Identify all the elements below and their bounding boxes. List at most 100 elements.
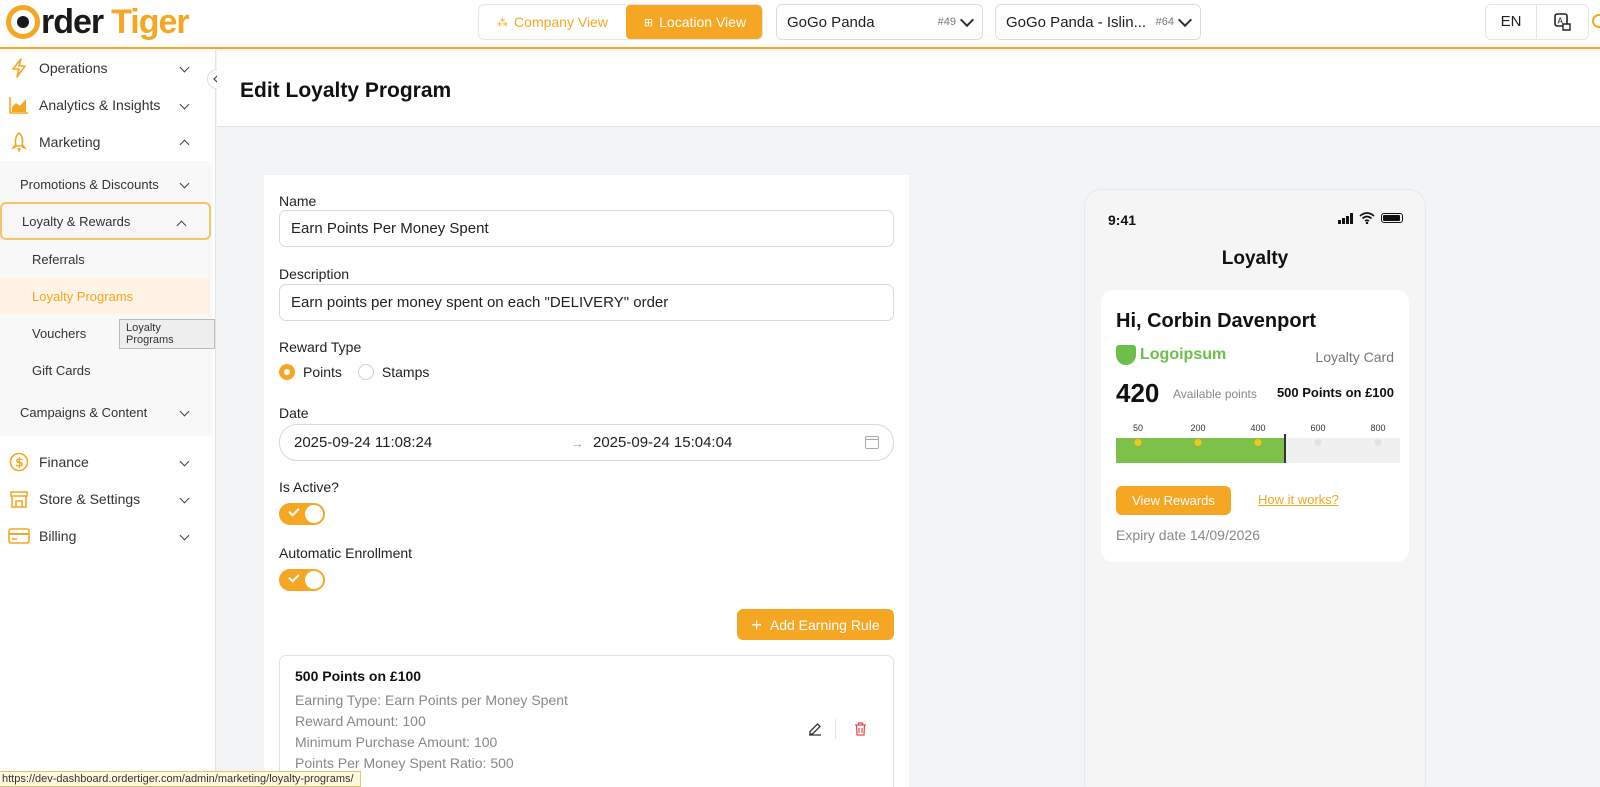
loyalty-card: Hi, Corbin Davenport Logoipsum Loyalty C…: [1101, 290, 1409, 562]
sidebar-item-marketing[interactable]: Marketing: [0, 123, 212, 161]
milestone-dot: [1194, 439, 1202, 446]
battery-icon: [1381, 213, 1403, 223]
milestone-label: 600: [1310, 423, 1326, 433]
divider: [835, 719, 836, 739]
location-id: #64: [1155, 16, 1174, 28]
location-selector[interactable]: GoGo Panda - Islin... #64: [995, 4, 1201, 40]
logo-mark-icon: [6, 5, 40, 39]
dollar-icon: $: [8, 452, 30, 472]
page-header: Edit Loyalty Program: [217, 51, 1600, 127]
loyalty-program-form: Name Earn Points Per Money Spent Descrip…: [264, 175, 909, 787]
sidebar-item-finance[interactable]: $ Finance: [0, 443, 212, 481]
sidebar-item-referrals[interactable]: Referrals: [0, 241, 212, 277]
sidebar-item-loyalty-programs[interactable]: Loyalty Programs: [0, 278, 210, 314]
progress-track: [1116, 434, 1400, 463]
language-switcher: EN A: [1485, 4, 1589, 40]
company-selector-value: GoGo Panda: [787, 13, 875, 31]
milestone-dot: [1314, 439, 1322, 446]
reward-type-group: Points Stamps: [279, 364, 429, 380]
svg-text:$: $: [15, 456, 23, 470]
auto-enroll-label: Automatic Enrollment: [279, 545, 413, 561]
sidebar: Operations Analytics & Insights Marketin…: [0, 49, 216, 787]
check-icon: [288, 571, 300, 583]
translate-icon[interactable]: A: [1537, 12, 1588, 32]
greeting: Hi, Corbin Davenport: [1116, 310, 1317, 332]
is-active-toggle[interactable]: [279, 503, 325, 525]
sidebar-item-promotions[interactable]: Promotions & Discounts: [0, 165, 212, 203]
points-radio[interactable]: [279, 364, 295, 380]
milestone-dot: [1254, 439, 1262, 446]
edit-icon[interactable]: [805, 719, 825, 739]
points-balance: 420: [1116, 378, 1160, 408]
name-label: Name: [279, 193, 317, 209]
chevron-down-icon: [179, 456, 190, 467]
points-caption: Available points: [1173, 387, 1257, 401]
check-icon: [288, 505, 300, 517]
description-input[interactable]: Earn points per money spent on each "DEL…: [279, 284, 894, 321]
reward-type-label: Reward Type: [279, 339, 362, 355]
loading-icon: [1592, 14, 1600, 28]
progress-marker: [1284, 434, 1286, 463]
rule-earning-type: Earning Type: Earn Points per Money Spen…: [295, 692, 568, 708]
date-start-input[interactable]: 2025-09-24 11:08:24: [294, 434, 432, 451]
chevron-down-icon: [1177, 12, 1193, 27]
name-input[interactable]: Earn Points Per Money Spent: [279, 210, 894, 247]
delete-icon[interactable]: [850, 719, 870, 739]
marketing-submenu: Promotions & Discounts Loyalty & Rewards…: [0, 161, 212, 436]
date-range-picker[interactable]: 2025-09-24 11:08:24 → 2025-09-24 15:04:0…: [279, 424, 894, 461]
sidebar-item-operations[interactable]: Operations: [0, 49, 212, 87]
wifi-icon: [1359, 212, 1375, 224]
phone-status-icons: [1338, 212, 1403, 224]
location-view-button[interactable]: ⊞ Location View: [626, 5, 762, 39]
how-it-works-link[interactable]: How it works?: [1258, 492, 1339, 507]
order-tiger-logo[interactable]: rder Tiger: [6, 3, 190, 41]
sidebar-item-analytics[interactable]: Analytics & Insights: [0, 86, 212, 124]
rule-reward-amount: Reward Amount: 100: [295, 713, 426, 729]
points-radio-label: Points: [303, 364, 342, 380]
company-id: #49: [937, 16, 956, 28]
points-rule: 500 Points on £100: [1276, 385, 1394, 400]
location-selector-value: GoGo Panda - Islin...: [1006, 13, 1147, 31]
page-title: Edit Loyalty Program: [240, 79, 452, 102]
milestone-label: 800: [1370, 423, 1386, 433]
is-active-label: Is Active?: [279, 479, 339, 495]
company-view-button[interactable]: ⁂ Company View: [479, 5, 626, 39]
auto-enroll-toggle[interactable]: [279, 569, 325, 591]
stamps-radio[interactable]: [357, 364, 374, 380]
phone-time: 9:41: [1108, 212, 1137, 228]
plus-icon: +: [751, 614, 762, 635]
add-earning-rule-button[interactable]: + Add Earning Rule: [737, 609, 894, 640]
rule-title: 500 Points on £100: [295, 668, 422, 684]
language-button[interactable]: EN: [1486, 5, 1538, 39]
sidebar-item-billing[interactable]: Billing: [0, 517, 212, 555]
card-type: Loyalty Card: [1315, 349, 1394, 365]
rocket-icon: [8, 132, 30, 152]
status-bar-url: https://dev-dashboard.ordertiger.com/adm…: [0, 771, 361, 787]
lightning-icon: [8, 58, 30, 78]
chevron-down-icon: [179, 406, 190, 417]
stamps-radio-label: Stamps: [381, 364, 430, 380]
milestone-label: 400: [1250, 423, 1266, 433]
chevron-down-icon: [179, 530, 190, 541]
sidebar-item-campaigns[interactable]: Campaigns & Content: [0, 393, 212, 431]
sidebar-item-loyalty-rewards[interactable]: Loyalty & Rewards: [0, 202, 211, 240]
chevron-down-icon: [179, 62, 190, 73]
logo-text-order: rder: [41, 3, 104, 41]
store-icon: [8, 489, 30, 509]
company-selector[interactable]: GoGo Panda #49: [776, 4, 983, 40]
arrow-right-icon: →: [570, 434, 584, 451]
view-toggle: ⁂ Company View ⊞ Location View: [478, 4, 763, 40]
sidebar-item-gift-cards[interactable]: Gift Cards: [0, 352, 212, 388]
view-rewards-button[interactable]: View Rewards: [1116, 486, 1231, 515]
milestone-dot: [1374, 439, 1382, 446]
brand-name: Logoipsum: [1140, 346, 1227, 363]
logo-text-tiger: Tiger: [111, 3, 190, 41]
loyalty-screen-title: Loyalty: [1221, 248, 1289, 269]
date-end-input[interactable]: 2025-09-24 15:04:04: [593, 434, 732, 451]
sidebar-item-store-settings[interactable]: Store & Settings: [0, 480, 212, 518]
grid-icon: ⊞: [643, 16, 654, 29]
chevron-up-icon: [179, 139, 190, 150]
chevron-down-icon: [959, 12, 975, 27]
mobile-preview: 9:41 Loyalty Hi, Corbin Davenport Logoip…: [1085, 190, 1425, 787]
calendar-icon: [865, 436, 879, 449]
